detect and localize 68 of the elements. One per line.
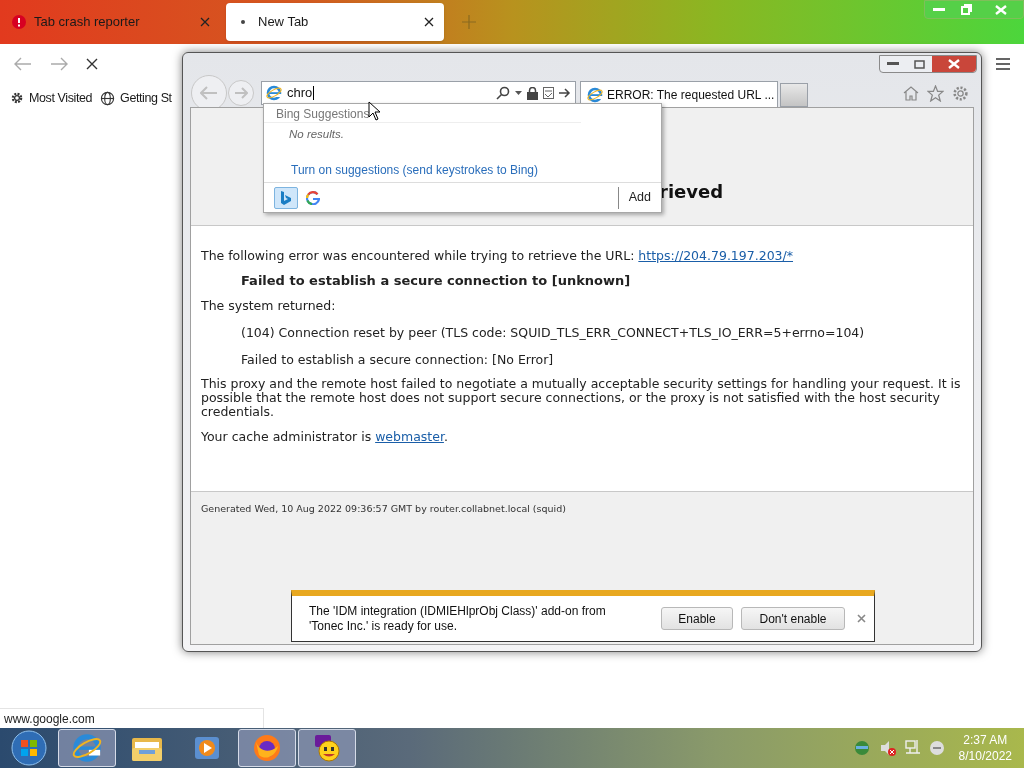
browser-tab[interactable]: New Tab — [226, 3, 444, 41]
close-icon — [948, 59, 960, 69]
system-returned-label: The system returned: — [201, 298, 337, 313]
page-heading: rieved — [659, 181, 724, 202]
browser-logo-icon — [72, 733, 102, 763]
home-icon[interactable] — [903, 85, 919, 101]
bing-logo-icon — [279, 189, 293, 206]
tab-title: ERROR: The requested URL ... — [607, 86, 775, 104]
taskbar-app-button[interactable] — [238, 729, 296, 767]
no-results-text: No results. — [288, 127, 345, 142]
webmaster-link[interactable]: webmaster — [375, 429, 444, 444]
error-intro: The following error was encountered while trying to retrieve the URL: https://204.79.197.203/* — [201, 248, 794, 263]
address-field[interactable]: chro — [261, 81, 576, 105]
taskbar-app-button[interactable] — [298, 729, 356, 767]
settings-icon[interactable] — [952, 84, 969, 102]
close-icon[interactable] — [424, 17, 434, 27]
play-icon — [194, 735, 220, 761]
turn-on-suggestions-link[interactable]: Turn on suggestions (send keystrokes to Bing) — [291, 163, 538, 178]
star-icon[interactable] — [927, 84, 944, 102]
bookmark-item[interactable]: Most Visited — [10, 88, 93, 108]
notification-button[interactable]: Enable — [661, 607, 733, 630]
forward-arrow-icon — [234, 87, 248, 99]
notification-button[interactable]: Don't enable — [741, 607, 845, 630]
new-tab-button[interactable] — [780, 83, 808, 107]
add-button[interactable]: Add — [617, 186, 661, 209]
alert-icon — [12, 15, 26, 29]
tab-title: Tab crash reporter — [34, 13, 141, 32]
lock-icon — [527, 86, 538, 100]
close-button[interactable] — [932, 56, 976, 72]
error-url-link[interactable]: https://204.79.197.203/* — [638, 248, 793, 263]
tab-title: New Tab — [258, 13, 310, 32]
muted-speaker-icon[interactable] — [878, 739, 897, 757]
google-logo-icon — [306, 190, 320, 205]
status-url: www.google.com — [0, 708, 264, 728]
restore-icon — [960, 4, 972, 15]
status-circle-icon[interactable] — [928, 740, 945, 756]
network-globe-icon[interactable] — [852, 739, 871, 757]
browser-logo-icon — [266, 85, 282, 101]
generated-note: Generated Wed, 10 Aug 2022 09:36:57 GMT by router.collabnet.local (squid) — [200, 502, 567, 516]
admin-line: Your cache administrator is webmaster. — [201, 429, 449, 444]
clock-time: 2:37 AM — [963, 732, 1008, 748]
error-explanation: This proxy and the remote host failed to negotiate a mutually acceptable security settings for handling your request. It is possible that the remote host does not support secure connections, or the proxy is not satisfied with the host security credentials. — [201, 377, 962, 419]
stop-icon[interactable] — [86, 58, 98, 70]
address-text: chro — [287, 86, 315, 100]
back-arrow-icon — [200, 86, 218, 100]
error-detail: (104) Connection reset by peer (TLS code: SQUID_TLS_ERR_CONNECT+TLS_IO_ERR=5+errno=104) — [240, 325, 866, 340]
network-computer-icon[interactable] — [904, 739, 921, 757]
go-arrow-icon[interactable] — [559, 88, 571, 98]
error-title: Failed to establish a secure connection to [unknown] — [240, 273, 632, 288]
caret-icon[interactable] — [515, 91, 522, 95]
browser-tab[interactable]: Tab crash reporter — [2, 3, 220, 41]
minimize-icon — [887, 62, 899, 66]
search-provider-button[interactable] — [274, 186, 298, 209]
browser-tab[interactable]: ERROR: The requested URL ... — [580, 81, 778, 107]
close-icon — [995, 4, 1007, 15]
search-icon[interactable] — [496, 86, 510, 100]
globe-icon — [100, 90, 116, 106]
error-detail: Failed to establish a secure connection: [No Error] — [240, 352, 555, 367]
forward-arrow-icon[interactable] — [50, 57, 68, 71]
bookmark-item[interactable]: Getting St — [100, 88, 172, 108]
menu-icon[interactable] — [996, 58, 1010, 70]
compatibility-icon[interactable] — [543, 87, 554, 99]
clock-date: 8/10/2022 — [958, 748, 1012, 764]
notification-message: The 'IDM integration (IDMIEHlprObj Class)' add-on from 'Tonec Inc.' is ready for use. — [309, 603, 607, 634]
gear-icon — [10, 91, 24, 105]
back-arrow-icon[interactable] — [14, 57, 32, 71]
minimize-icon — [933, 7, 945, 12]
restore-icon — [913, 59, 925, 69]
